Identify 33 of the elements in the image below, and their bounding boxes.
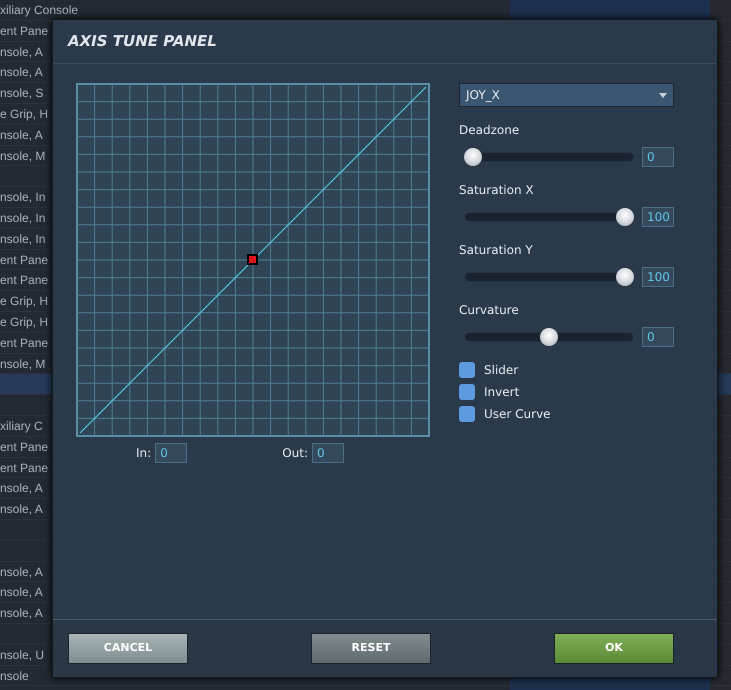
checkbox-label: User Curve <box>484 406 551 423</box>
slider-label: Curvature <box>459 302 520 319</box>
checkbox[interactable] <box>459 362 475 378</box>
slider-thumb[interactable] <box>616 208 634 226</box>
slider-thumb[interactable] <box>616 268 634 286</box>
checkbox[interactable] <box>459 406 475 422</box>
slider-thumb[interactable] <box>540 328 558 346</box>
value-field[interactable]: 0 <box>642 147 674 167</box>
value-field[interactable]: 100 <box>642 207 674 227</box>
out-field[interactable]: 0 <box>312 443 344 463</box>
caret-icon <box>659 92 667 98</box>
slider-track[interactable] <box>464 207 634 227</box>
in-label: In: <box>136 445 152 462</box>
checkbox-label: Invert <box>484 384 520 401</box>
slider-track[interactable] <box>464 267 634 287</box>
reset-button[interactable]: RESET <box>311 633 431 664</box>
out-label: Out: <box>282 445 308 462</box>
slider-label: Deadzone <box>459 122 520 139</box>
axis-value: JOY_X <box>466 87 500 104</box>
slider-label: Saturation Y <box>459 242 534 259</box>
value-field[interactable]: 100 <box>642 267 674 287</box>
slider-label: Saturation X <box>459 182 535 199</box>
in-field[interactable]: 0 <box>155 443 188 463</box>
ok-button[interactable]: OK <box>554 633 674 664</box>
axis-dropdown[interactable]: JOY_X <box>459 83 674 107</box>
value-field[interactable]: 0 <box>642 327 674 347</box>
slider-thumb[interactable] <box>464 148 482 166</box>
checkbox-label: Slider <box>484 362 518 379</box>
dialog-title: AXIS TUNE PANEL <box>68 31 217 52</box>
slider-track[interactable] <box>464 327 634 347</box>
cancel-button[interactable]: CANCEL <box>68 633 188 664</box>
checkbox[interactable] <box>459 384 475 400</box>
slider-track[interactable] <box>464 147 634 167</box>
